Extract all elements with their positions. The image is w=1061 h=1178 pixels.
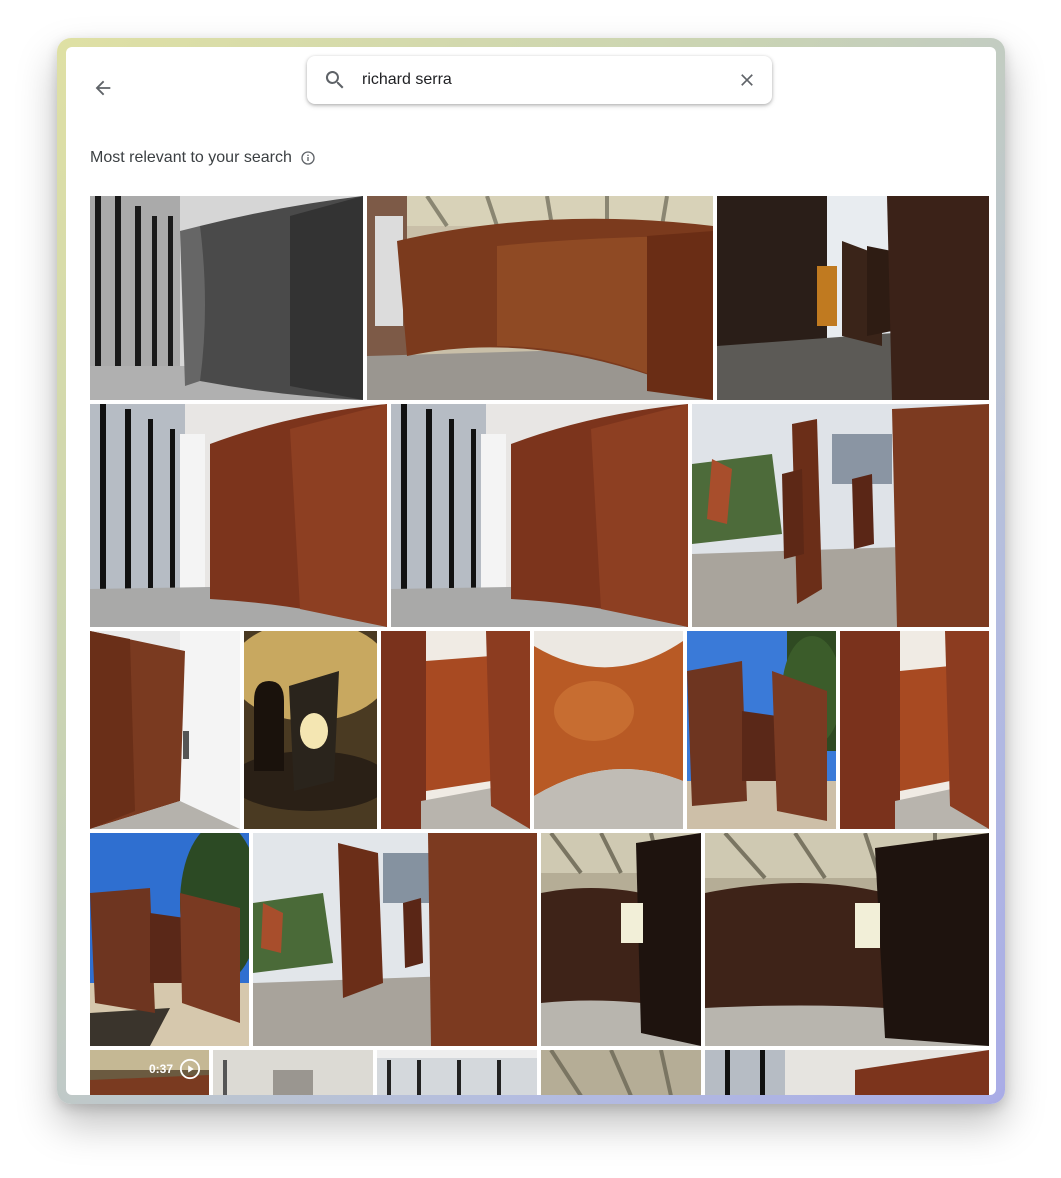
photo-tile[interactable] (534, 631, 683, 829)
search-box[interactable] (307, 56, 772, 104)
back-button[interactable] (90, 75, 116, 101)
section-title: Most relevant to your search (90, 149, 292, 166)
photo-tile[interactable] (367, 196, 713, 400)
photo-tile[interactable] (253, 833, 537, 1046)
photo-tile[interactable] (717, 196, 989, 400)
photos-search-window: Most relevant to your search (66, 47, 996, 1095)
photo-tile[interactable] (90, 631, 240, 829)
search-icon (325, 71, 344, 89)
photo-tile[interactable] (391, 404, 688, 627)
photo-tile[interactable] (687, 631, 836, 829)
photo-tile[interactable] (705, 833, 989, 1046)
info-icon[interactable] (300, 150, 316, 166)
video-duration: 0:37 (148, 1062, 173, 1076)
photo-tile[interactable] (90, 404, 387, 627)
photo-tile[interactable] (244, 631, 377, 829)
window-frame: Most relevant to your search (57, 38, 1005, 1104)
photo-tile[interactable] (90, 196, 363, 400)
photo-tile[interactable] (90, 833, 249, 1046)
photo-tile[interactable] (840, 631, 989, 829)
clear-search-button[interactable] (734, 67, 760, 93)
video-duration-badge: 0:37 (149, 1058, 201, 1080)
photo-tile[interactable] (541, 833, 701, 1046)
photo-tile[interactable] (541, 1050, 701, 1095)
close-icon (741, 74, 753, 86)
arrow-left-icon (95, 80, 111, 96)
photo-tile[interactable] (381, 631, 530, 829)
photo-tile[interactable] (692, 404, 989, 627)
play-icon (179, 1058, 201, 1080)
section-header: Most relevant to your search (90, 147, 316, 169)
search-input[interactable] (362, 68, 722, 92)
photo-tile[interactable] (377, 1050, 537, 1095)
video-tile[interactable]: 0:37 (90, 1050, 209, 1095)
photo-tile[interactable] (705, 1050, 989, 1095)
photo-tile[interactable] (213, 1050, 373, 1095)
